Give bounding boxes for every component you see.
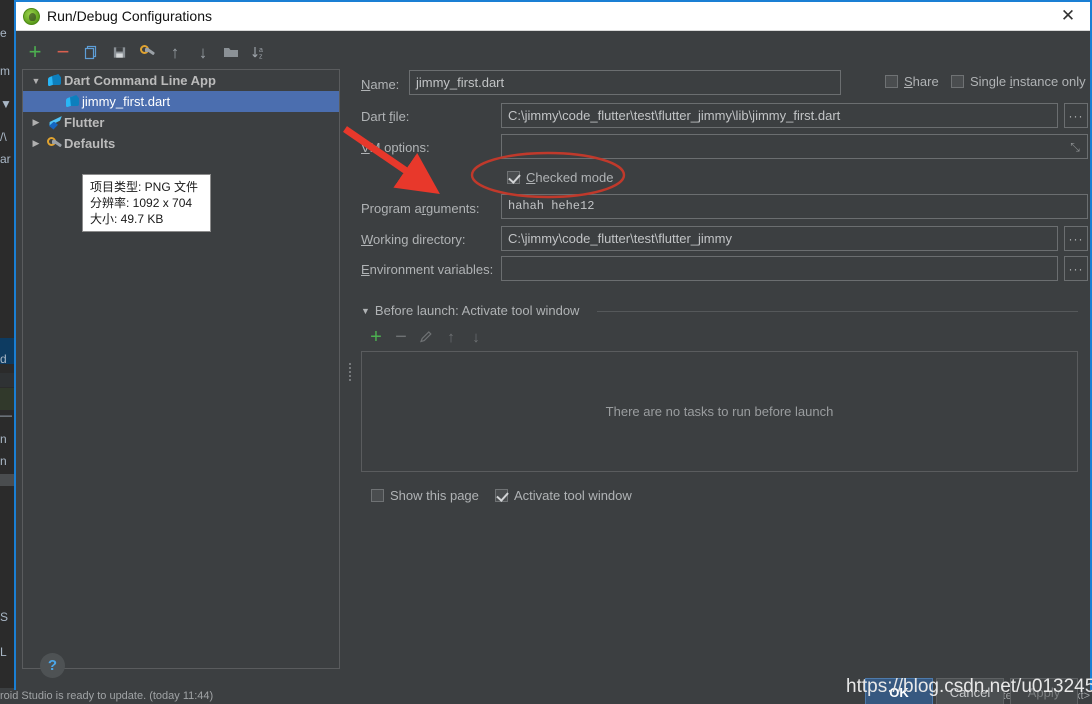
move-down-button[interactable]: ↓ xyxy=(190,39,216,65)
remove-task-button: − xyxy=(395,325,407,348)
chevron-down-icon[interactable]: ▼ xyxy=(361,306,370,316)
working-directory-label: Working directory: xyxy=(361,232,466,247)
configurations-tree[interactable]: ▼ Dart Command Line App jimmy_first.dart ▶ F… xyxy=(22,69,340,669)
edit-task-button xyxy=(415,326,437,348)
working-directory-browse-button[interactable]: ··· xyxy=(1064,226,1088,251)
share-checkbox-box xyxy=(885,75,898,88)
working-directory-input[interactable]: C:\jimmy\code_flutter\test\flutter_jimmy xyxy=(501,226,1058,251)
before-launch-divider xyxy=(597,311,1078,312)
edit-defaults-button[interactable] xyxy=(134,39,160,65)
help-button[interactable]: ? xyxy=(40,653,65,678)
flutter-icon xyxy=(45,116,64,130)
vm-options-input[interactable]: ⤡ xyxy=(501,134,1088,159)
svg-text:z: z xyxy=(259,53,263,60)
tooltip-line: 大小: 49.7 KB xyxy=(90,212,164,226)
dart-icon xyxy=(45,74,64,87)
environment-variables-label: Environment variables: xyxy=(361,262,494,277)
tree-item-label: Defaults xyxy=(64,136,116,151)
tree-item-label: jimmy_first.dart xyxy=(82,94,171,109)
show-this-page-checkbox[interactable]: Show this page xyxy=(371,488,479,503)
configuration-form: Name: jimmy_first.dart Share Single inst… xyxy=(347,31,1090,690)
ide-status-left: roid Studio is ready to update. (today 1… xyxy=(0,690,214,702)
activate-tool-window-checkbox[interactable]: Activate tool window xyxy=(495,488,632,503)
add-task-button[interactable]: + xyxy=(365,326,387,348)
single-instance-checkbox-label: Single instance only xyxy=(970,74,1086,89)
before-launch-header-label: Before launch: Activate tool window xyxy=(374,303,580,318)
move-task-down-button: ↓ xyxy=(472,328,480,346)
program-arguments-input[interactable]: hahah hehe12 xyxy=(501,194,1088,219)
before-launch-toolbar: + − ↑ ↓ xyxy=(365,326,505,348)
show-this-page-checkbox-label: Show this page xyxy=(390,488,479,503)
image-info-tooltip: 项目类型: PNG 文件 分辨率: 1092 x 704 大小: 49.7 KB xyxy=(82,174,211,232)
chevron-right-icon[interactable]: ▶ xyxy=(27,138,45,149)
chevron-right-icon[interactable]: ▶ xyxy=(27,117,45,128)
tree-item-flutter[interactable]: ▶ Flutter xyxy=(23,112,339,133)
gear-wrench-icon xyxy=(45,136,64,151)
checked-mode-checkbox[interactable]: Checked mode xyxy=(507,170,613,185)
android-studio-icon xyxy=(23,8,40,25)
activate-tool-window-checkbox-label: Activate tool window xyxy=(514,488,632,503)
watermark-text: https://blog.csdn.net/u013245224 xyxy=(846,676,1092,697)
copy-configuration-button[interactable] xyxy=(78,39,104,65)
tree-item-label: Flutter xyxy=(64,115,105,130)
tree-item-dart-command-line-app[interactable]: ▼ Dart Command Line App xyxy=(23,70,339,91)
vm-options-label: VM options: xyxy=(361,140,430,155)
before-launch-header[interactable]: ▼ Before launch: Activate tool window xyxy=(361,303,579,318)
environment-variables-browse-button[interactable]: ··· xyxy=(1064,256,1088,281)
folder-button[interactable] xyxy=(218,39,244,65)
dialog-title-bar: Run/Debug Configurations ✕ xyxy=(16,2,1090,31)
tooltip-line: 分辨率: 1092 x 704 xyxy=(90,196,193,210)
tree-item-defaults[interactable]: ▶ Defaults xyxy=(23,133,339,154)
checked-mode-checkbox-label: Checked mode xyxy=(526,170,614,185)
tooltip-line: 项目类型: PNG 文件 xyxy=(90,180,199,194)
move-task-up-button: ↑ xyxy=(447,328,455,346)
move-up-button[interactable]: ↑ xyxy=(162,39,188,65)
chevron-down-icon[interactable]: ▼ xyxy=(27,76,45,86)
dart-file-label: Dart file: xyxy=(361,109,410,124)
tree-item-label: Dart Command Line App xyxy=(64,73,216,88)
share-checkbox[interactable]: Share xyxy=(885,74,939,89)
dialog-title: Run/Debug Configurations xyxy=(47,8,212,24)
close-icon[interactable]: ✕ xyxy=(1046,2,1090,30)
name-label: Name: xyxy=(361,77,400,92)
dart-icon xyxy=(63,95,82,108)
save-configuration-button[interactable] xyxy=(106,39,132,65)
single-instance-only-checkbox[interactable]: Single instance only xyxy=(951,74,1086,89)
sort-alphabetically-button[interactable]: a z xyxy=(246,39,272,65)
configurations-toolbar: + − ↑ ↓ a z xyxy=(22,39,340,67)
run-debug-configurations-dialog: Run/Debug Configurations ✕ + − ↑ ↓ a z ▼… xyxy=(14,0,1092,704)
tree-item-jimmy-first-dart[interactable]: jimmy_first.dart xyxy=(23,91,339,112)
single-instance-checkbox-box xyxy=(951,75,964,88)
dialog-body: + − ↑ ↓ a z ▼ Dart Command Line App jimm… xyxy=(16,31,1090,704)
program-arguments-label: Program arguments: xyxy=(361,201,480,216)
environment-variables-input[interactable] xyxy=(501,256,1058,281)
add-configuration-button[interactable]: + xyxy=(22,39,48,65)
before-launch-task-list[interactable]: There are no tasks to run before launch xyxy=(361,351,1078,472)
before-launch-empty-text: There are no tasks to run before launch xyxy=(605,404,834,419)
show-this-page-checkbox-box xyxy=(371,489,384,502)
dart-file-browse-button[interactable]: ··· xyxy=(1064,103,1088,128)
expand-editor-icon[interactable]: ⤡ xyxy=(1068,140,1082,154)
dart-file-input[interactable]: C:\jimmy\code_flutter\test\flutter_jimmy… xyxy=(501,103,1058,128)
checked-mode-checkbox-box xyxy=(507,171,520,184)
activate-tool-window-checkbox-box xyxy=(495,489,508,502)
remove-configuration-button[interactable]: − xyxy=(50,39,76,65)
name-input[interactable]: jimmy_first.dart xyxy=(409,70,841,95)
share-checkbox-label: Share xyxy=(904,74,939,89)
